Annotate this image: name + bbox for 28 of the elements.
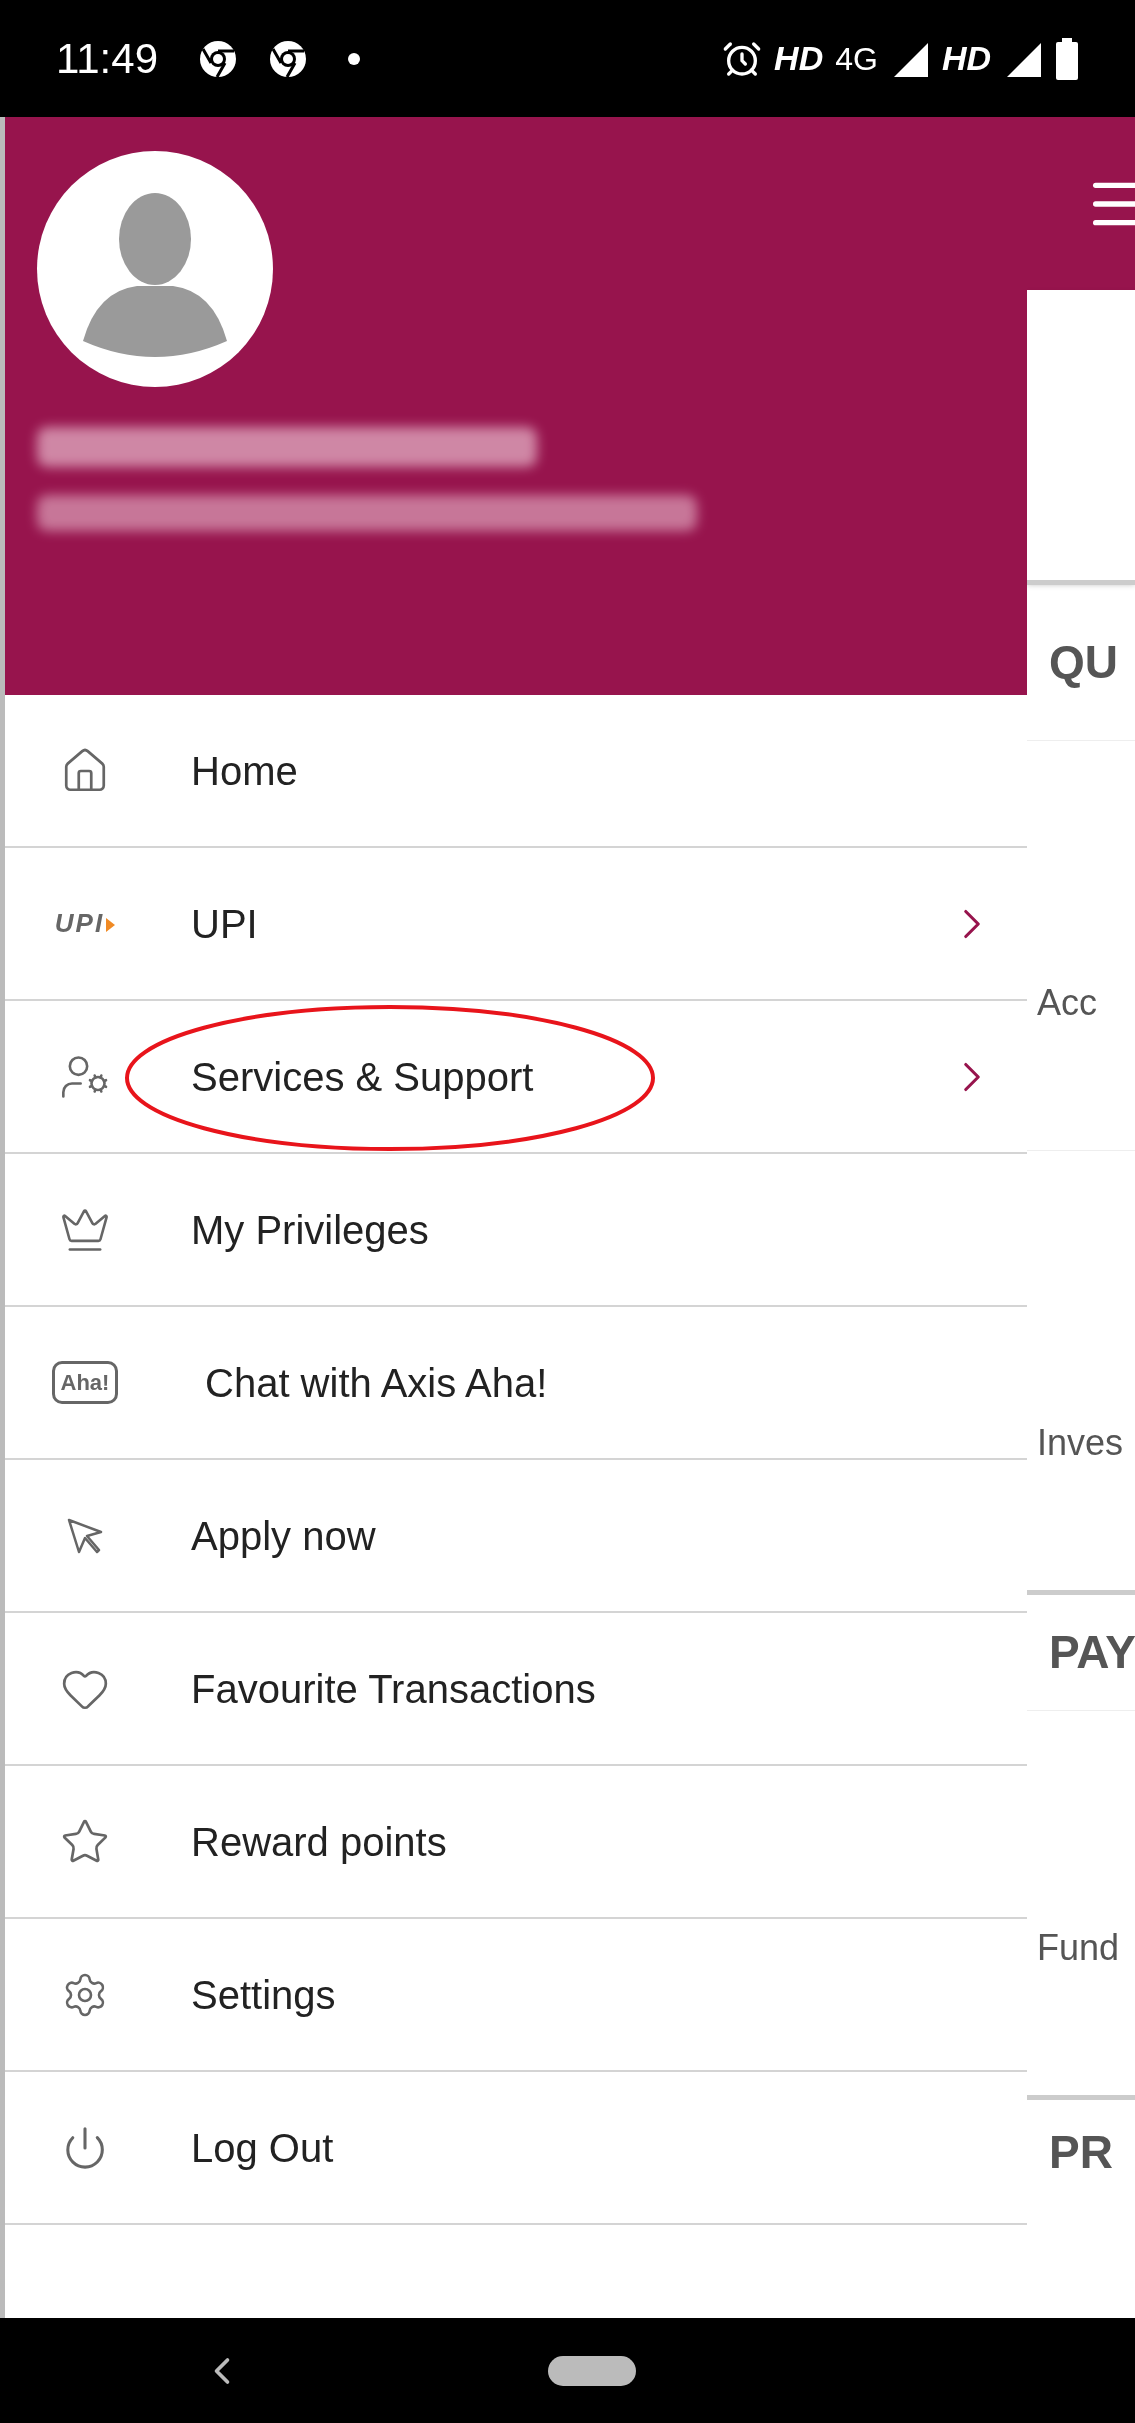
menu-label: Settings	[191, 1971, 336, 2019]
browser-icon	[268, 38, 308, 79]
tile-label: Acc	[1037, 981, 1097, 1025]
browser-icon	[198, 38, 238, 79]
section-title: QU	[1049, 635, 1118, 690]
section-title: PR	[1049, 2125, 1113, 2180]
battery-icon	[1055, 37, 1079, 80]
network-indicator: HD	[774, 38, 824, 79]
menu-label: UPI	[191, 900, 258, 948]
clock-time: 11:49	[56, 34, 158, 84]
section-title: PAY	[1049, 1625, 1135, 1680]
tile-label: Inves	[1037, 1421, 1124, 1465]
menu-label: Log Out	[191, 2124, 334, 2172]
upi-logo: UPI	[54, 904, 116, 943]
network-indicator: 4G	[835, 39, 878, 79]
menu-label: Chat with Axis Aha!	[205, 1359, 548, 1407]
tile-label: Fund	[1037, 1926, 1120, 1970]
menu-label: Home	[191, 747, 298, 795]
menu-label: Services & Support	[191, 1053, 534, 1101]
menu-label: Favourite Transactions	[191, 1665, 596, 1713]
chat-bubble-logo: Aha!	[51, 1361, 119, 1404]
menu-label: My Privileges	[191, 1206, 429, 1254]
network-indicator: HD	[941, 38, 991, 79]
home-pill-icon[interactable]	[548, 2355, 636, 2386]
avatar-icon	[37, 151, 273, 387]
menu-label: Apply now	[191, 1512, 376, 1560]
menu-label: Reward points	[191, 1818, 447, 1866]
menu-item[interactable]: Services & Support	[5, 1001, 1027, 1154]
